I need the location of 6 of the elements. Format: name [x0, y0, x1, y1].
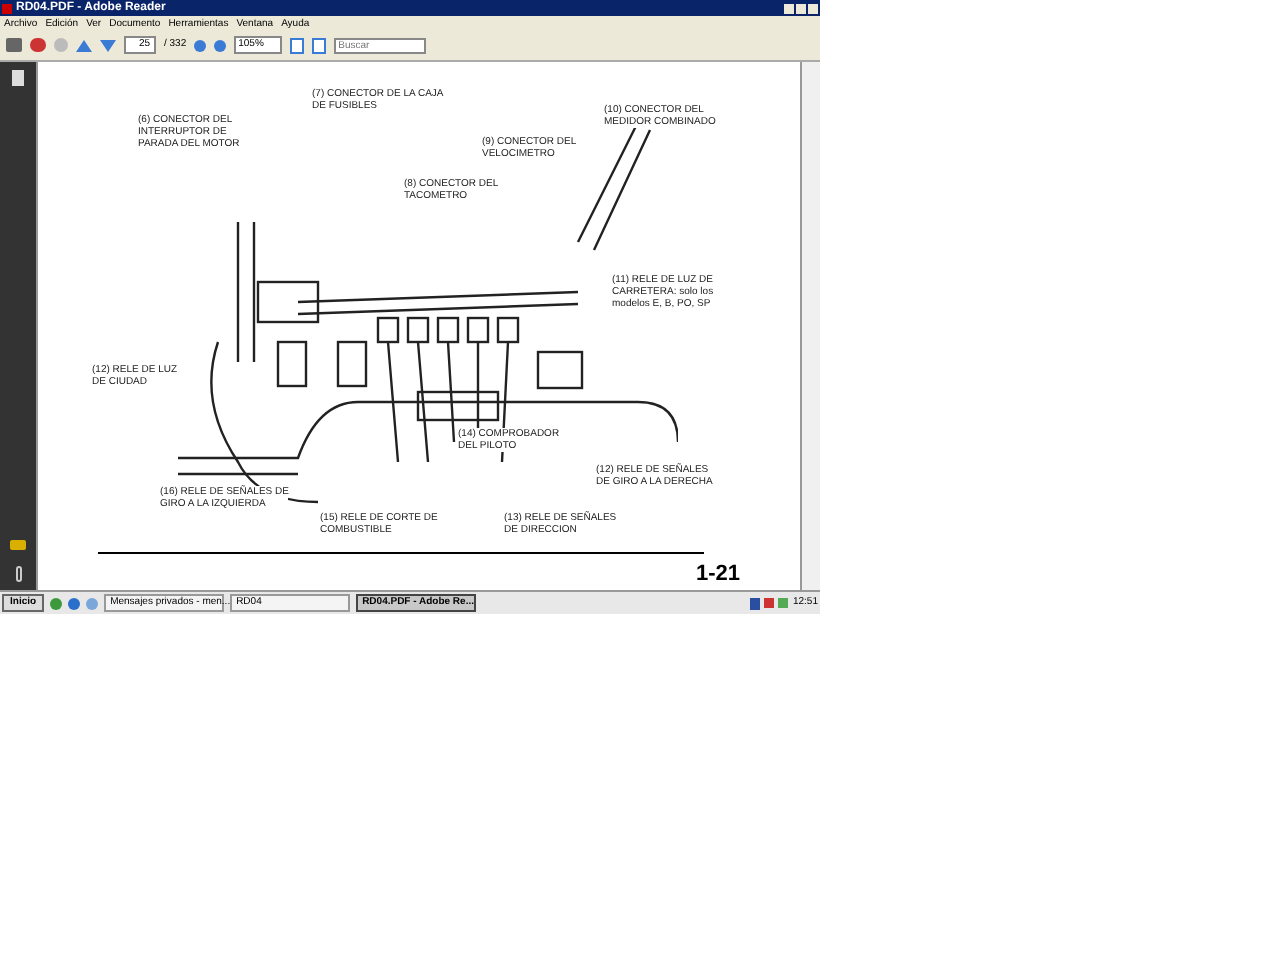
page-number: 1-21	[695, 560, 740, 590]
app-icon	[2, 3, 12, 13]
close-button[interactable]	[808, 3, 818, 13]
minimize-button[interactable]	[784, 3, 794, 13]
maximize-button[interactable]	[796, 3, 806, 13]
scrollbar[interactable]	[800, 62, 820, 590]
